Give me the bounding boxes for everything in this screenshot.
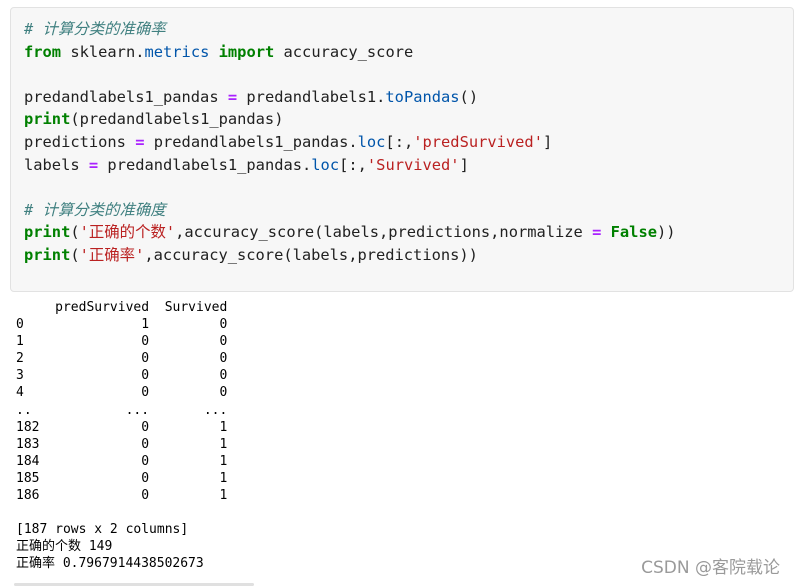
assign-operator: = [227, 87, 238, 106]
assign-operator: = [88, 155, 99, 174]
code-line-9: # 计算分类的准确度 [24, 199, 676, 222]
output-line: [187 rows x 2 columns] [16, 522, 189, 538]
comment-text: # 计算分类的准确率 [24, 20, 166, 38]
module-attr: metrics [144, 42, 210, 61]
method-name: toPandas [385, 87, 460, 106]
code-editor[interactable]: # 计算分类的准确率 from sklearn.metrics import ac… [24, 18, 676, 267]
string-literal: 'predSurvived' [413, 132, 543, 151]
string-literal: 'Survived' [366, 155, 460, 174]
assign-lhs: predandlabels1_pandas [24, 87, 228, 106]
index-open: [:, [339, 155, 367, 174]
code-line-10: print('正确的个数',accuracy_score(labels,pred… [24, 221, 676, 244]
string-literal: '正确率' [79, 245, 145, 264]
code-line-1: # 计算分类的准确率 [24, 18, 676, 41]
builtin-print: print [24, 110, 71, 129]
index-open: [:, [385, 132, 414, 151]
output-line: 186 0 1 [16, 488, 228, 504]
output-line: 2 0 0 [16, 351, 228, 367]
code-line-11: print('正确率',accuracy_score(labels,predic… [24, 244, 676, 267]
code-line-5: print(predandlabels1_pandas) [24, 108, 676, 131]
assign-lhs: labels [24, 155, 89, 174]
comment-text: # 计算分类的准确度 [24, 200, 166, 219]
keyword-false: False [601, 223, 657, 242]
string-literal: '正确的个数' [79, 223, 176, 242]
paren-open: ( [70, 223, 80, 242]
assign-rhs: predandlabels1_pandas. [98, 155, 312, 174]
assign-rhs: predandlabels1_pandas. [144, 132, 358, 151]
loc-attr: loc [311, 155, 340, 174]
index-close: ] [542, 132, 553, 151]
keyword-import: import [218, 42, 275, 61]
code-line-2: from sklearn.metrics import accuracy_sco… [24, 41, 676, 64]
assign-lhs: predictions [24, 132, 136, 151]
import-name: accuracy_score [274, 42, 414, 61]
builtin-print: print [24, 223, 71, 242]
output-line: 185 0 1 [16, 470, 228, 486]
paren-open: ( [70, 245, 80, 264]
print-args: (predandlabels1_pandas) [70, 110, 284, 129]
code-line-6: predictions = predandlabels1_pandas.loc[… [24, 131, 676, 154]
output-line: 0 1 0 [16, 317, 228, 333]
paren-close: )) [656, 223, 676, 242]
output-line: predSurvived Survived [16, 300, 228, 315]
output-line: 1 0 0 [16, 334, 228, 350]
output-line: .. ... ... [16, 402, 228, 418]
call-parens: () [459, 87, 479, 106]
output-line: 正确率 0.7967914438502673 [16, 556, 204, 572]
output-line: 4 0 0 [16, 385, 228, 401]
output-line: 正确的个数 149 [16, 539, 113, 555]
output-line: 183 0 1 [16, 436, 228, 452]
keyword-from: from [24, 42, 62, 61]
output-line: 3 0 0 [16, 368, 228, 384]
call-args: ,accuracy_score(labels,predictions)) [144, 245, 478, 264]
module-name: sklearn. [61, 42, 145, 61]
output-line: 184 0 1 [16, 453, 228, 469]
assign-rhs: predandlabels1. [237, 87, 386, 106]
watermark-text: CSDN @客院载论 [641, 558, 780, 578]
loc-attr: loc [357, 132, 386, 151]
code-line-4: predandlabels1_pandas = predandlabels1.t… [24, 86, 676, 109]
assign-operator: = [592, 223, 602, 242]
output-line: 182 0 1 [16, 419, 228, 435]
code-line-7: labels = predandlabels1_pandas.loc[:,'Su… [24, 154, 676, 177]
cell-output: predSurvived Survived 0 1 01 0 02 0 03 0 … [16, 299, 227, 573]
call-args: ,accuracy_score(labels,predictions,norma… [175, 223, 593, 242]
index-close: ] [459, 155, 469, 174]
builtin-print: print [24, 245, 71, 264]
